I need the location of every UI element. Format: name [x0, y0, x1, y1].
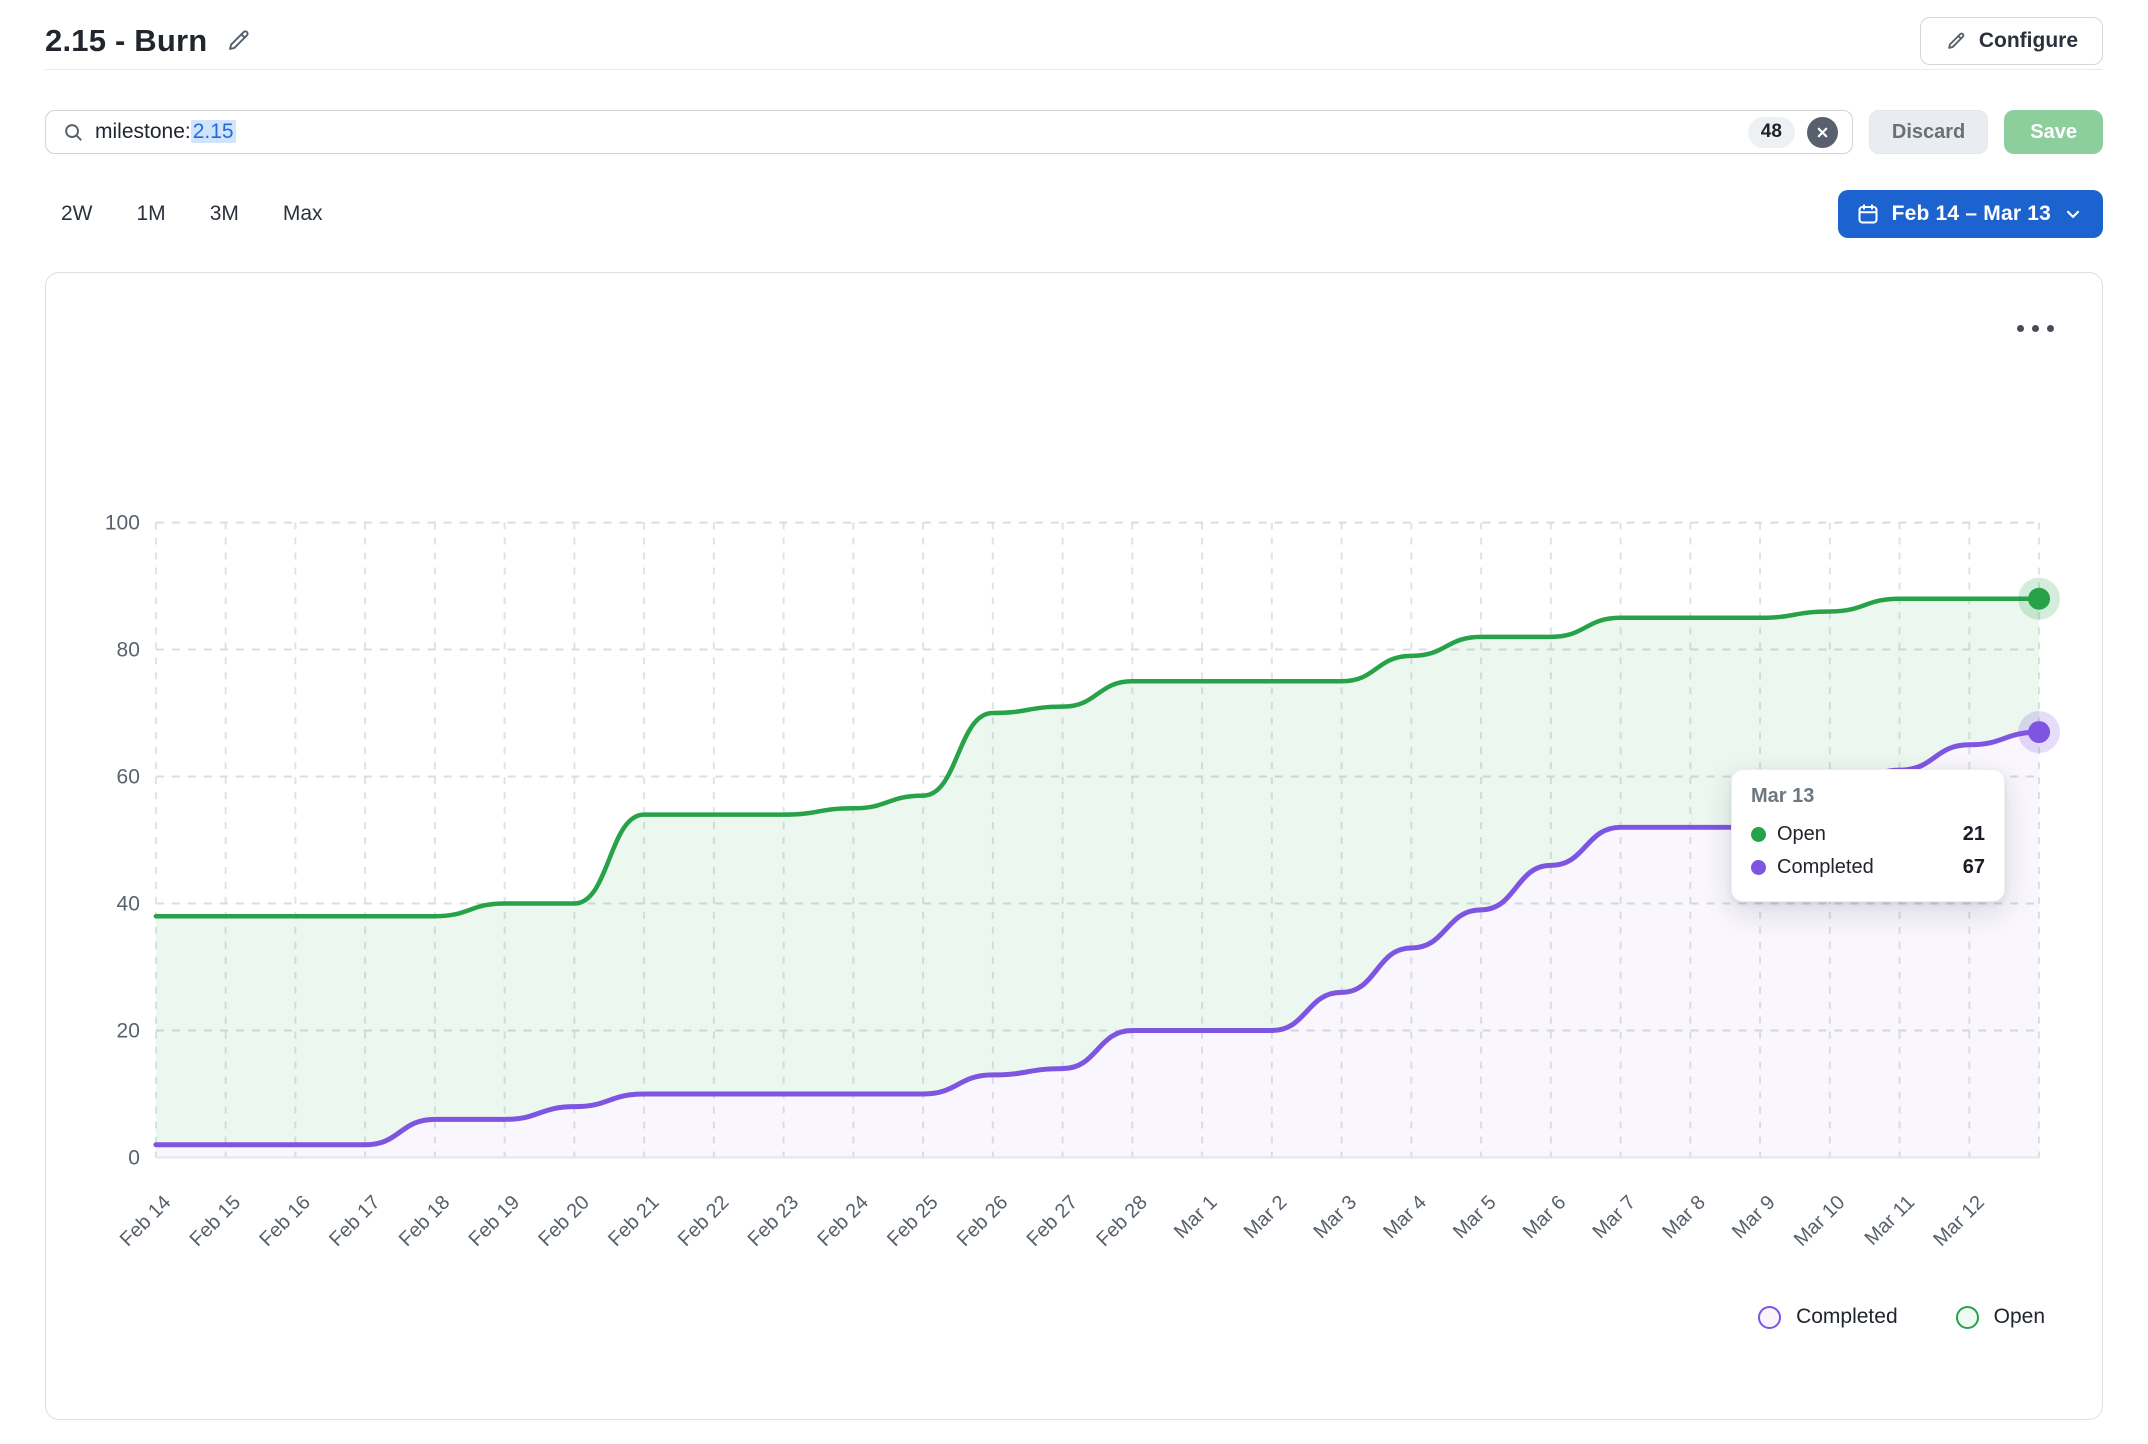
svg-text:Mar 9: Mar 9	[1728, 1191, 1780, 1243]
svg-text:Mar 2: Mar 2	[1240, 1191, 1292, 1243]
svg-text:Feb 17: Feb 17	[325, 1191, 385, 1250]
svg-text:0: 0	[128, 1146, 140, 1169]
svg-text:80: 80	[117, 639, 140, 662]
svg-text:Feb 20: Feb 20	[534, 1191, 594, 1250]
page: 2.15 - Burn Configure milestone:2.15	[0, 0, 2148, 1420]
svg-text:Feb 26: Feb 26	[953, 1191, 1013, 1250]
svg-text:40: 40	[117, 892, 140, 915]
filter-row: milestone:2.15 48 Discard Save	[45, 110, 2103, 154]
chart-legend: Completed Open	[1758, 1305, 2045, 1329]
pencil-icon	[225, 27, 252, 54]
svg-text:100: 100	[105, 512, 140, 535]
svg-text:Feb 19: Feb 19	[465, 1191, 525, 1250]
range-option-2w[interactable]: 2W	[61, 202, 93, 226]
tooltip-completed-value: 67	[1963, 856, 1985, 879]
close-icon	[1815, 125, 1830, 140]
search-right: 48	[1748, 117, 1838, 148]
svg-text:Feb 23: Feb 23	[744, 1191, 804, 1250]
configure-label: Configure	[1979, 29, 2078, 53]
query-value-highlighted: 2.15	[191, 120, 236, 143]
svg-text:Mar 5: Mar 5	[1449, 1191, 1501, 1243]
title-wrap: 2.15 - Burn	[45, 23, 252, 59]
configure-button[interactable]: Configure	[1920, 17, 2103, 65]
pencil-icon	[1945, 30, 1967, 52]
completed-legend-swatch-icon	[1758, 1306, 1781, 1329]
discard-button[interactable]: Discard	[1869, 110, 1988, 154]
svg-text:Mar 8: Mar 8	[1658, 1191, 1710, 1243]
burn-chart-card: 020406080100Feb 14Feb 15Feb 16Feb 17Feb …	[45, 272, 2103, 1420]
range-option-max[interactable]: Max	[283, 202, 323, 226]
open-series-dot-icon	[1751, 827, 1766, 842]
completed-series-dot-icon	[1751, 860, 1766, 875]
svg-text:Feb 25: Feb 25	[883, 1191, 943, 1250]
date-range-button[interactable]: Feb 14 – Mar 13	[1838, 190, 2103, 238]
svg-text:Feb 28: Feb 28	[1092, 1191, 1152, 1250]
search-query: milestone:2.15	[62, 120, 236, 144]
search-icon	[62, 121, 85, 144]
tooltip-open-label: Open	[1777, 823, 1826, 846]
query-prefix: milestone:	[95, 120, 191, 143]
range-option-1m[interactable]: 1M	[137, 202, 166, 226]
chart-tooltip: Mar 13 Open 21 Completed 67	[1731, 769, 2005, 902]
tooltip-row-open: Open 21	[1751, 818, 1985, 851]
calendar-icon	[1856, 202, 1880, 226]
range-option-3m[interactable]: 3M	[210, 202, 239, 226]
tooltip-completed-label: Completed	[1777, 856, 1874, 879]
svg-text:Feb 15: Feb 15	[186, 1191, 246, 1250]
svg-text:Feb 14: Feb 14	[116, 1191, 176, 1250]
range-row: 2W 1M 3M Max Feb 14 – Mar 13	[45, 190, 2103, 238]
svg-text:Mar 4: Mar 4	[1379, 1191, 1431, 1243]
clear-search-button[interactable]	[1807, 117, 1838, 148]
svg-text:20: 20	[117, 1019, 140, 1042]
date-range-label: Feb 14 – Mar 13	[1892, 202, 2051, 226]
header: 2.15 - Burn Configure	[45, 0, 2103, 70]
svg-text:Feb 27: Feb 27	[1023, 1191, 1083, 1250]
svg-text:Mar 12: Mar 12	[1929, 1191, 1989, 1250]
svg-text:Mar 1: Mar 1	[1170, 1191, 1222, 1243]
page-title: 2.15 - Burn	[45, 23, 207, 59]
edit-title-button[interactable]	[225, 27, 252, 54]
legend-item-completed[interactable]: Completed	[1758, 1305, 1898, 1329]
tooltip-date: Mar 13	[1751, 785, 1985, 808]
svg-text:Feb 16: Feb 16	[255, 1191, 315, 1250]
svg-text:Feb 18: Feb 18	[395, 1191, 455, 1250]
svg-text:Mar 3: Mar 3	[1309, 1191, 1361, 1243]
legend-open-label: Open	[1994, 1305, 2045, 1329]
result-count-badge: 48	[1748, 117, 1795, 148]
svg-text:Mar 7: Mar 7	[1588, 1191, 1640, 1243]
search-input[interactable]: milestone:2.15 48	[45, 110, 1853, 154]
svg-text:Feb 24: Feb 24	[813, 1191, 873, 1250]
range-options: 2W 1M 3M Max	[45, 202, 323, 226]
tooltip-open-value: 21	[1963, 823, 1985, 846]
legend-item-open[interactable]: Open	[1956, 1305, 2045, 1329]
svg-text:Mar 6: Mar 6	[1519, 1191, 1571, 1243]
svg-text:Mar 11: Mar 11	[1861, 1191, 1919, 1249]
chevron-down-icon	[2063, 204, 2083, 224]
svg-text:60: 60	[117, 766, 140, 789]
legend-completed-label: Completed	[1796, 1305, 1898, 1329]
svg-text:Feb 22: Feb 22	[674, 1191, 734, 1250]
svg-text:Feb 21: Feb 21	[604, 1191, 664, 1250]
save-button[interactable]: Save	[2004, 110, 2103, 154]
svg-text:Mar 10: Mar 10	[1790, 1191, 1850, 1250]
tooltip-row-completed: Completed 67	[1751, 851, 1985, 884]
open-legend-swatch-icon	[1956, 1306, 1979, 1329]
